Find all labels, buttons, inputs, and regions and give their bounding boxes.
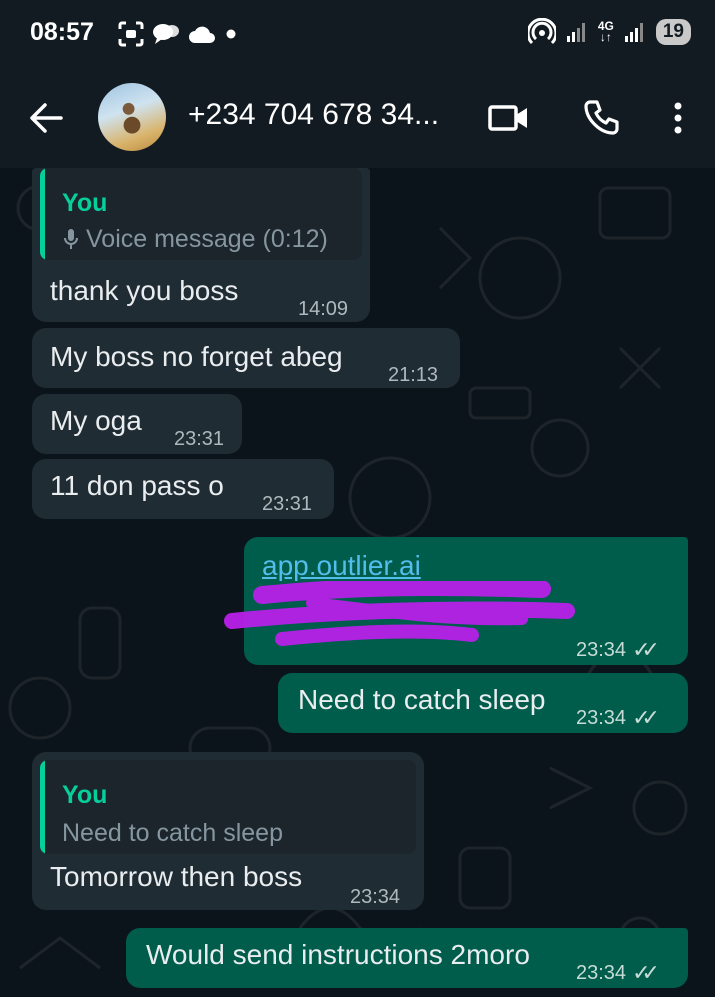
double-check-icon: ✓✓	[632, 960, 660, 985]
message-bubble-incoming[interactable]: My oga 23:31	[32, 394, 242, 454]
status-notification-icons	[118, 21, 238, 47]
arrow-left-icon	[30, 103, 63, 133]
quote-author: You	[62, 189, 108, 217]
double-check-icon: ✓✓	[632, 637, 660, 662]
message-time-label: 23:34	[576, 707, 627, 729]
message-time: 23:31	[262, 493, 313, 515]
chat-bubbles-icon	[153, 24, 179, 44]
message-time: 23:34 ✓✓	[576, 956, 660, 990]
contact-name[interactable]: +234 704 678 34...	[188, 98, 439, 132]
message-text: Need to catch sleep	[298, 684, 546, 715]
more-vertical-icon	[674, 102, 682, 134]
screenshot-icon	[118, 21, 144, 47]
message-time-label: 23:34	[576, 639, 627, 661]
message-link[interactable]: app.outlier.ai	[262, 549, 421, 583]
battery-level: 19	[655, 19, 691, 45]
quoted-message[interactable]: You Voice message (0:12)	[40, 168, 362, 260]
status-system-icons: 4G ↓↑ 19	[527, 18, 691, 46]
message-time: 23:31	[174, 428, 225, 450]
message-text: thank you boss	[50, 275, 239, 306]
quoted-message[interactable]: You Need to catch sleep	[40, 760, 416, 854]
message-time-label: 23:34	[576, 962, 627, 984]
phone-icon	[584, 100, 619, 135]
quote-accent-bar	[40, 760, 45, 854]
status-bar: 08:57 4G ↓↑ 19	[0, 0, 715, 70]
quote-accent-bar	[40, 168, 45, 260]
message-bubble-outgoing[interactable]: Need to catch sleep 23:34 ✓✓	[278, 673, 688, 733]
double-check-icon: ✓✓	[632, 705, 660, 730]
message-time: 23:34	[350, 886, 401, 908]
cloud-icon	[189, 26, 215, 43]
message-text: 11 don pass o	[50, 470, 224, 501]
network-activity-label: ↓↑	[599, 30, 612, 44]
message-bubble-incoming[interactable]: You Voice message (0:12) thank you boss …	[32, 168, 370, 322]
message-time: 23:34 ✓✓	[576, 701, 660, 735]
message-bubble-incoming[interactable]: You Need to catch sleep Tomorrow then bo…	[32, 752, 424, 910]
message-bubble-outgoing[interactable]: Would send instructions 2moro 23:34 ✓✓	[126, 928, 688, 988]
hotspot-icon	[527, 18, 556, 45]
message-text: My oga	[50, 405, 142, 436]
overflow-menu-button[interactable]	[664, 98, 692, 138]
redaction-scribble	[224, 581, 575, 646]
chat-area[interactable]: You Voice message (0:12) thank you boss …	[0, 168, 715, 997]
message-text: Tomorrow then boss	[50, 861, 303, 892]
quote-text: Need to catch sleep	[62, 816, 283, 850]
message-bubble-incoming[interactable]: My boss no forget abeg 21:13	[32, 328, 460, 388]
status-time: 08:57	[30, 18, 94, 46]
message-time: 21:13	[388, 364, 439, 386]
quote-text-label: Voice message (0:12)	[86, 225, 328, 253]
quote-text-label: Need to catch sleep	[62, 819, 283, 847]
voice-call-button[interactable]	[580, 98, 624, 138]
chat-header: +234 704 678 34...	[0, 70, 715, 168]
quote-author: You	[62, 781, 108, 809]
dot-icon	[226, 29, 236, 39]
message-text: Would send instructions 2moro	[146, 939, 530, 970]
quote-text: Voice message (0:12)	[62, 222, 328, 256]
message-time: 23:34 ✓✓	[576, 633, 660, 667]
message-text: My boss no forget abeg	[50, 341, 343, 372]
video-camera-icon	[488, 105, 527, 131]
microphone-icon	[64, 229, 78, 249]
signal-icon	[566, 23, 585, 42]
message-bubble-incoming[interactable]: 11 don pass o 23:31	[32, 459, 334, 519]
video-call-button[interactable]	[487, 98, 531, 138]
message-time: 14:09	[298, 298, 349, 320]
signal-icon	[624, 23, 643, 42]
back-button[interactable]	[28, 98, 64, 138]
network-type: 4G ↓↑	[598, 20, 614, 44]
message-bubble-outgoing[interactable]: app.outlier.ai 23:34 ✓✓	[224, 537, 688, 667]
contact-avatar[interactable]	[98, 83, 166, 151]
